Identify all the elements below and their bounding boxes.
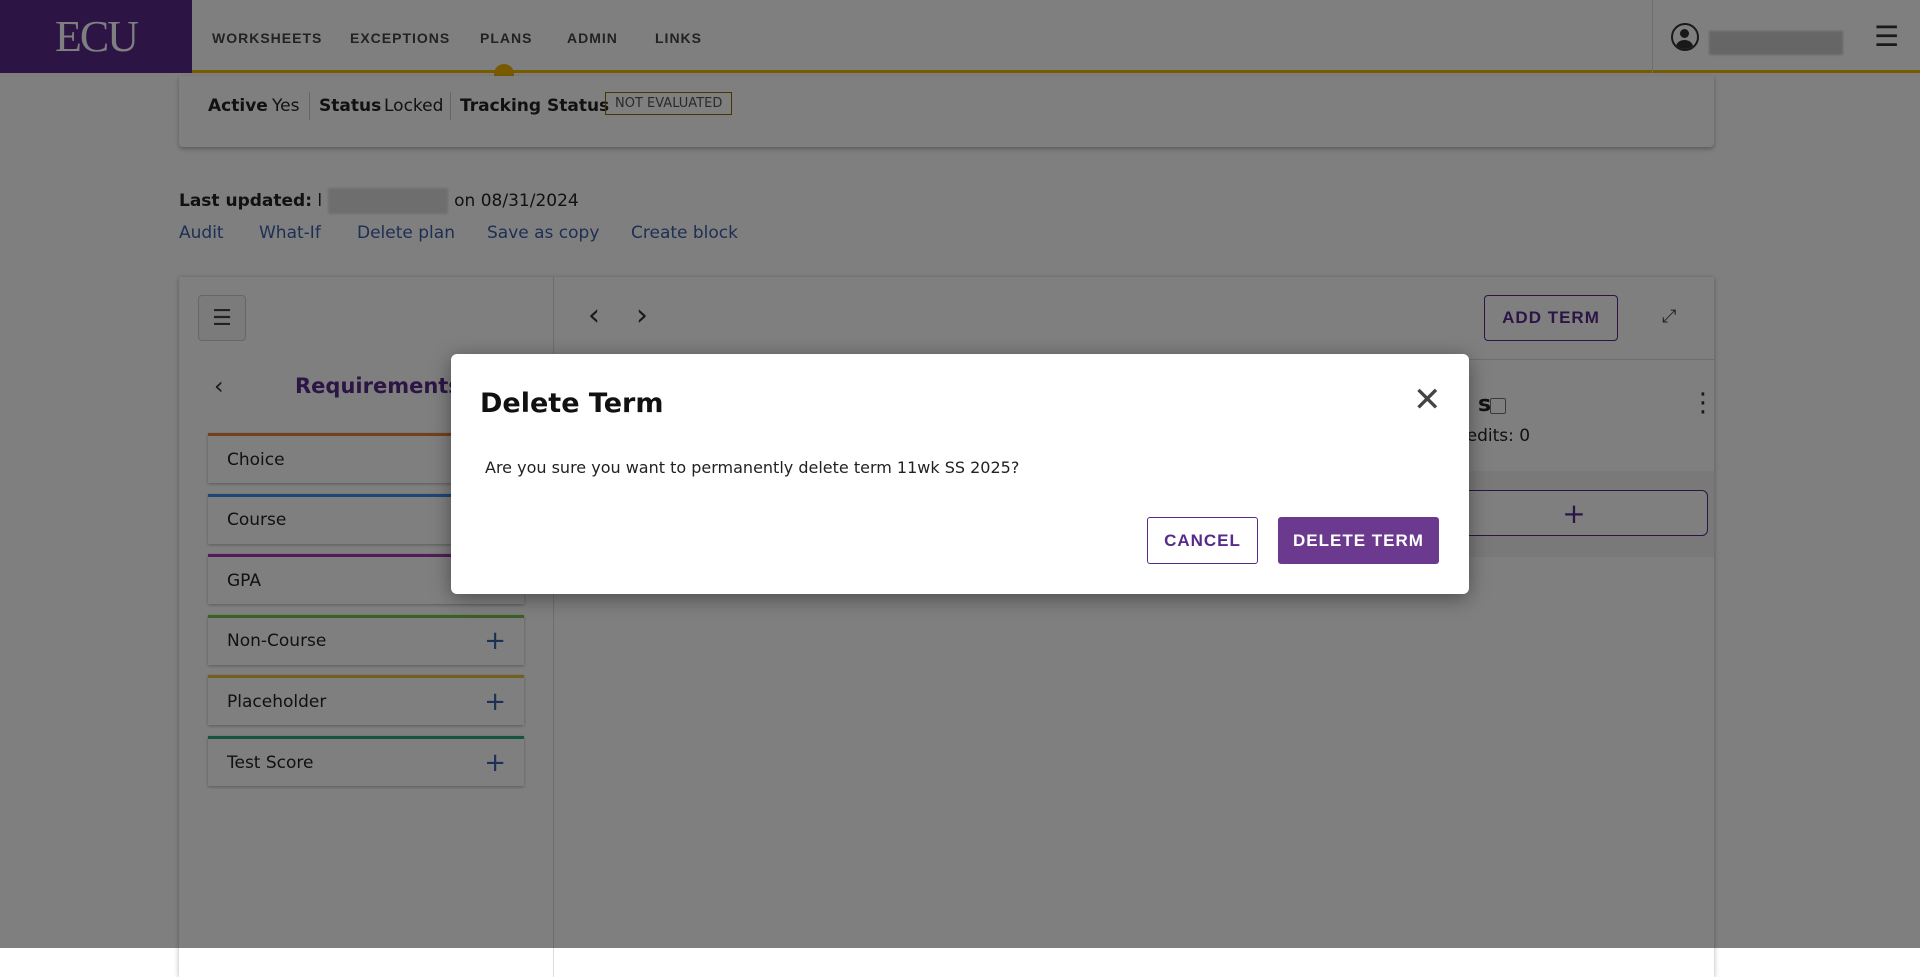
cancel-button[interactable]: CANCEL <box>1147 517 1258 564</box>
dialog-message: Are you sure you want to permanently del… <box>485 458 1020 477</box>
delete-term-dialog: Delete Term ✕ Are you sure you want to p… <box>451 354 1469 594</box>
close-icon[interactable]: ✕ <box>1413 380 1442 420</box>
delete-term-button[interactable]: DELETE TERM <box>1278 517 1439 564</box>
dialog-title: Delete Term <box>480 388 664 419</box>
